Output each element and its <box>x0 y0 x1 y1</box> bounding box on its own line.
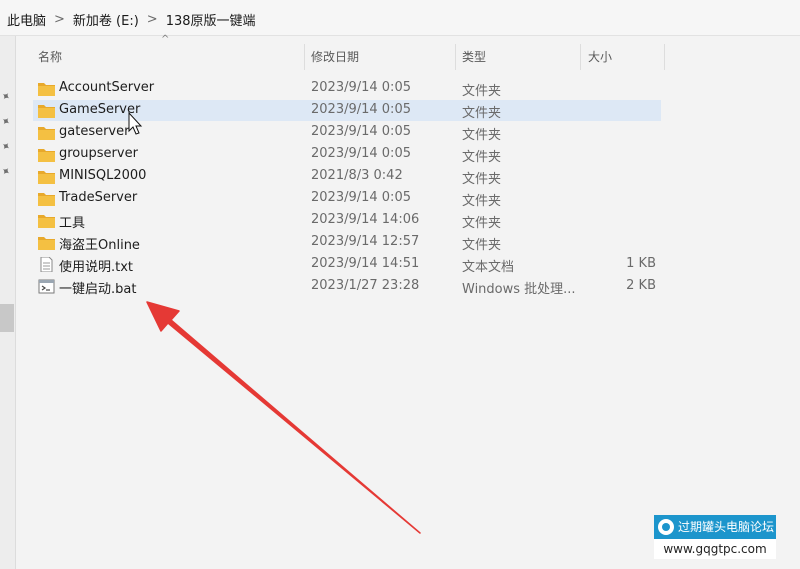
file-row[interactable]: 使用说明.txt 2023/9/14 14:51 文本文档 1 KB <box>33 254 661 275</box>
file-name: 一键启动.bat <box>59 282 137 297</box>
file-date: 2023/9/14 0:05 <box>311 190 411 205</box>
breadcrumb: 此电脑 > 新加卷 (E:) > 138原版一键端 <box>7 10 256 29</box>
pin-icon[interactable]: ✦ <box>0 114 13 130</box>
file-row[interactable]: MINISQL2000 2021/8/3 0:42 文件夹 <box>33 166 661 187</box>
file-date: 2021/8/3 0:42 <box>311 168 403 183</box>
file-row[interactable]: 一键启动.bat 2023/1/27 23:28 Windows 批处理... … <box>33 276 661 297</box>
scrollbar-thumb[interactable] <box>0 304 14 332</box>
file-size: 1 KB <box>626 256 656 271</box>
folder-icon <box>38 149 55 162</box>
file-type: 文件夹 <box>462 172 502 187</box>
column-header-name[interactable]: 名称 <box>38 47 62 69</box>
address-bar[interactable]: 此电脑 > 新加卷 (E:) > 138原版一键端 <box>0 0 800 36</box>
file-row[interactable]: TradeServer 2023/9/14 0:05 文件夹 <box>33 188 661 209</box>
pin-icon[interactable]: ✦ <box>0 139 13 155</box>
breadcrumb-item-current-folder[interactable]: 138原版一键端 <box>166 10 256 29</box>
text-file-icon <box>40 257 53 272</box>
file-type: 文件夹 <box>462 106 502 121</box>
column-header-modified[interactable]: 修改日期 <box>311 47 359 69</box>
file-name: TradeServer <box>59 190 138 205</box>
column-divider[interactable] <box>580 44 581 70</box>
file-type: 文件夹 <box>462 128 502 143</box>
column-header-size[interactable]: 大小 <box>588 47 612 69</box>
file-name: groupserver <box>59 146 138 161</box>
file-name: 海盗王Online <box>59 238 140 253</box>
file-date: 2023/9/14 14:51 <box>311 256 420 271</box>
file-name: 工具 <box>59 216 86 231</box>
file-row[interactable]: 海盗王Online 2023/9/14 12:57 文件夹 <box>33 232 661 253</box>
file-size: 2 KB <box>626 278 656 293</box>
file-type: 文件夹 <box>462 84 502 99</box>
red-arrow-annotation <box>146 301 421 534</box>
file-type: 文件夹 <box>462 150 502 165</box>
batch-file-icon <box>38 279 55 294</box>
folder-icon <box>38 237 55 250</box>
file-name: GameServer <box>59 102 141 117</box>
folder-icon <box>38 171 55 184</box>
folder-icon <box>38 83 55 96</box>
watermark-title-bar: 过期罐头电脑论坛 <box>654 515 776 539</box>
file-type: 文件夹 <box>462 216 502 231</box>
pin-icon[interactable]: ✦ <box>0 89 13 105</box>
sort-ascending-icon: ^ <box>161 34 170 45</box>
breadcrumb-item-this-pc[interactable]: 此电脑 <box>7 10 46 29</box>
file-row[interactable]: GameServer 2023/9/14 0:05 文件夹 <box>33 100 661 121</box>
file-row[interactable]: gateserver 2023/9/14 0:05 文件夹 <box>33 122 661 143</box>
file-type: 文件夹 <box>462 194 502 209</box>
column-header-type[interactable]: 类型 <box>462 47 486 69</box>
pin-icon[interactable]: ✦ <box>0 164 13 180</box>
watermark-title: 过期罐头电脑论坛 <box>678 520 775 534</box>
file-date: 2023/9/14 0:05 <box>311 146 411 161</box>
folder-icon <box>38 127 55 140</box>
file-name: 使用说明.txt <box>59 260 134 275</box>
file-date: 2023/1/27 23:28 <box>311 278 420 293</box>
file-date: 2023/9/14 0:05 <box>311 80 411 95</box>
file-type: 文件夹 <box>462 238 502 253</box>
chevron-right-icon[interactable]: > <box>147 12 158 27</box>
file-type: 文本文档 <box>462 260 515 275</box>
file-name: MINISQL2000 <box>59 168 147 183</box>
file-row[interactable]: AccountServer 2023/9/14 0:05 文件夹 <box>33 78 661 99</box>
folder-icon <box>38 215 55 228</box>
file-type: Windows 批处理... <box>462 282 576 297</box>
file-row[interactable]: 工具 2023/9/14 14:06 文件夹 <box>33 210 661 231</box>
file-date: 2023/9/14 14:06 <box>311 212 420 227</box>
file-name: gateserver <box>59 124 130 139</box>
file-date: 2023/9/14 0:05 <box>311 124 411 139</box>
chevron-right-icon[interactable]: > <box>54 12 65 27</box>
watermark-url: www.gqgtpc.com <box>654 539 776 559</box>
file-row[interactable]: groupserver 2023/9/14 0:05 文件夹 <box>33 144 661 165</box>
file-date: 2023/9/14 0:05 <box>311 102 411 117</box>
forum-logo-icon <box>658 519 674 535</box>
breadcrumb-item-drive-e[interactable]: 新加卷 (E:) <box>73 10 139 29</box>
watermark: 过期罐头电脑论坛 www.gqgtpc.com <box>654 515 776 561</box>
file-name: AccountServer <box>59 80 155 95</box>
navigation-pane: ✦ ✦ ✦ ✦ <box>0 36 16 569</box>
file-date: 2023/9/14 12:57 <box>311 234 420 249</box>
column-divider[interactable] <box>455 44 456 70</box>
column-divider[interactable] <box>664 44 665 70</box>
folder-icon <box>38 193 55 206</box>
folder-icon <box>38 105 55 118</box>
column-divider[interactable] <box>304 44 305 70</box>
